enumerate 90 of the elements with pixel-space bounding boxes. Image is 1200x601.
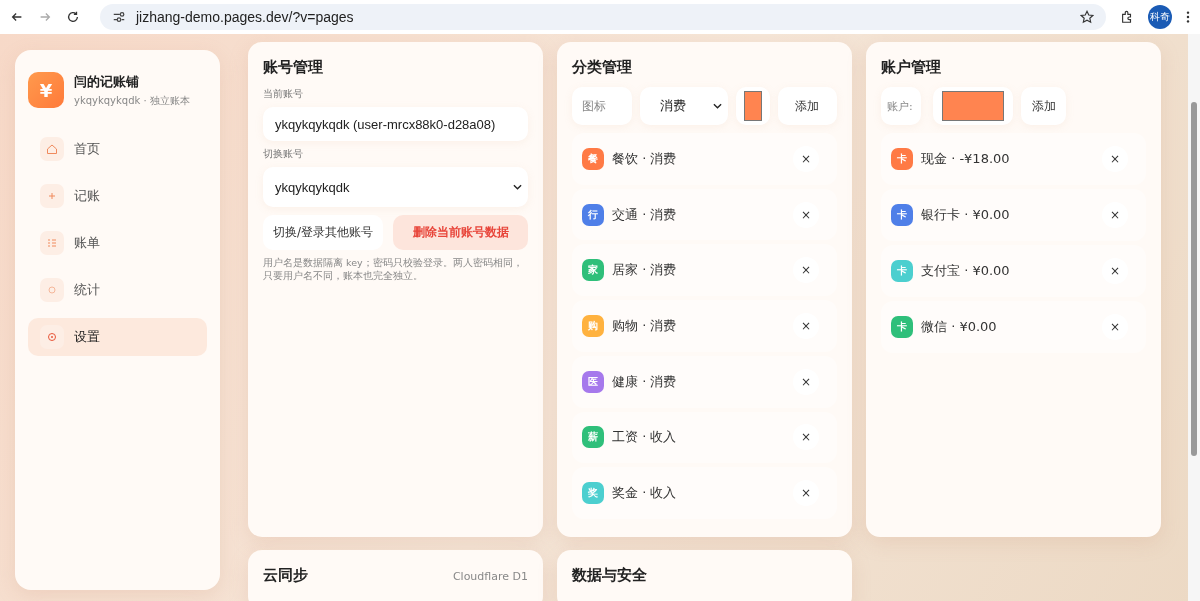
remove-button[interactable]: × xyxy=(1102,146,1128,172)
account-row[interactable]: 卡 支付宝 · ¥0.00 × xyxy=(881,245,1146,297)
back-icon[interactable] xyxy=(10,10,24,24)
account-name-input[interactable]: 账户: xyxy=(881,87,921,125)
category-label: 购物 · 消费 xyxy=(612,317,678,335)
remove-button[interactable]: × xyxy=(793,145,819,172)
card-title: 分类管理 xyxy=(572,58,633,77)
remove-button[interactable]: × xyxy=(793,368,819,395)
reload-icon[interactable] xyxy=(66,10,80,24)
profile-avatar[interactable]: 科奇 xyxy=(1148,5,1172,29)
category-label: 餐饮 · 消费 xyxy=(612,149,678,168)
address-bar[interactable]: jizhang-demo.pages.dev/?v=pages xyxy=(100,4,1106,30)
chevron-icon xyxy=(713,103,723,109)
app-logo: ¥ xyxy=(28,72,64,108)
account-label: 银行卡 · ¥0.00 xyxy=(921,206,1011,224)
card-title: 数据与安全 xyxy=(572,566,648,585)
category-badge: 薪 xyxy=(582,426,604,449)
extensions-icon[interactable] xyxy=(1120,10,1134,24)
category-label: 居家 · 消费 xyxy=(612,261,678,280)
field-label: 当前账号 xyxy=(263,87,304,101)
add-button[interactable]: 添加 xyxy=(1021,87,1066,125)
category-row[interactable]: 薪 工资 · 收入 × xyxy=(572,411,837,464)
icon-input[interactable]: 图标 xyxy=(572,87,632,125)
card-title: 云同步 xyxy=(263,566,308,585)
remove-button[interactable]: × xyxy=(793,424,819,451)
account-label: 支付宝 · ¥0.00 xyxy=(921,262,1011,280)
remove-button[interactable]: × xyxy=(793,313,819,339)
category-row[interactable]: 餐 餐饮 · 消费 × xyxy=(572,133,837,185)
account-select[interactable]: ykqykqykqdk xyxy=(263,167,528,207)
nav-item[interactable]: 账单 xyxy=(28,224,207,262)
account-badge: 卡 xyxy=(891,316,913,338)
category-label: 健康 · 消费 xyxy=(612,372,678,391)
category-row[interactable]: 行 交通 · 消费 × xyxy=(572,188,837,241)
category-badge: 购 xyxy=(582,315,604,337)
current-account-field[interactable]: ykqykqykqdk (user-mrcx88k0-d28a08) xyxy=(263,107,528,141)
scrollbar[interactable] xyxy=(1188,34,1200,601)
category-badge: 家 xyxy=(582,259,604,282)
category-badge: 行 xyxy=(582,203,604,226)
home-icon xyxy=(46,143,58,155)
account-label: 现金 · -¥18.00 xyxy=(921,150,1011,168)
color-swatch xyxy=(744,91,763,121)
add-button[interactable]: 添加 xyxy=(777,87,837,125)
menu-icon[interactable] xyxy=(1186,10,1190,24)
remove-button[interactable]: × xyxy=(793,201,819,228)
category-label: 交通 · 消费 xyxy=(612,205,678,224)
account-row[interactable]: 卡 银行卡 · ¥0.00 × xyxy=(881,189,1146,241)
color-picker[interactable] xyxy=(736,87,770,125)
category-label: 奖金 · 收入 xyxy=(612,484,678,503)
remove-button[interactable]: × xyxy=(793,480,819,507)
color-picker[interactable] xyxy=(933,87,1013,125)
type-select[interactable]: 消费 xyxy=(640,87,729,125)
account-row[interactable]: 卡 现金 · -¥18.00 × xyxy=(881,133,1146,185)
category-row[interactable]: 家 居家 · 消费 × xyxy=(572,244,837,297)
plus-icon xyxy=(46,190,58,202)
list-icon xyxy=(46,237,58,249)
settings-icon xyxy=(46,331,58,343)
account-badge: 卡 xyxy=(891,204,913,226)
chevron-icon xyxy=(513,184,522,190)
category-row[interactable]: 购 购物 · 消费 × xyxy=(572,300,837,352)
circle-icon xyxy=(46,284,58,296)
nav-item[interactable]: 首页 xyxy=(28,130,207,168)
account-label: 微信 · ¥0.00 xyxy=(921,318,998,336)
category-label: 工资 · 收入 xyxy=(612,428,678,447)
nav-item[interactable]: 设置 xyxy=(28,318,207,356)
remove-button[interactable]: × xyxy=(793,257,819,284)
app-name: 闫的记账铺 xyxy=(74,72,140,91)
remove-button[interactable]: × xyxy=(1102,202,1128,228)
switch-account-button[interactable]: 切换/登录其他账号 xyxy=(263,215,384,250)
site-settings-icon[interactable] xyxy=(112,10,126,24)
account-badge: 卡 xyxy=(891,260,913,282)
card-title: 账号管理 xyxy=(263,58,324,77)
category-row[interactable]: 奖 奖金 · 收入 × xyxy=(572,467,837,520)
nav-item[interactable]: 记账 xyxy=(28,177,207,215)
help-text: 用户名是数据隔离 key；密码只校验登录。两人密码相同，只要用户名不同，账本也完全独立。 xyxy=(263,256,524,283)
nav-item[interactable]: 统计 xyxy=(28,271,207,309)
remove-button[interactable]: × xyxy=(1102,258,1128,284)
card-title: 账户管理 xyxy=(881,58,942,77)
remove-button[interactable]: × xyxy=(1102,314,1128,340)
category-badge: 餐 xyxy=(582,147,604,170)
field-label: 切换账号 xyxy=(263,147,304,161)
url-text: jizhang-demo.pages.dev/?v=pages xyxy=(136,9,354,25)
color-swatch xyxy=(942,91,1004,121)
account-row[interactable]: 卡 微信 · ¥0.00 × xyxy=(881,301,1146,353)
star-icon[interactable] xyxy=(1080,10,1094,24)
category-row[interactable]: 医 健康 · 消费 × xyxy=(572,355,837,408)
provider-label: Cloudflare D1 xyxy=(452,570,528,583)
category-badge: 奖 xyxy=(582,482,604,505)
category-badge: 医 xyxy=(582,370,604,393)
app-subtitle: ykqykqykqdk · 独立账本 xyxy=(74,93,190,108)
account-badge: 卡 xyxy=(891,148,913,170)
